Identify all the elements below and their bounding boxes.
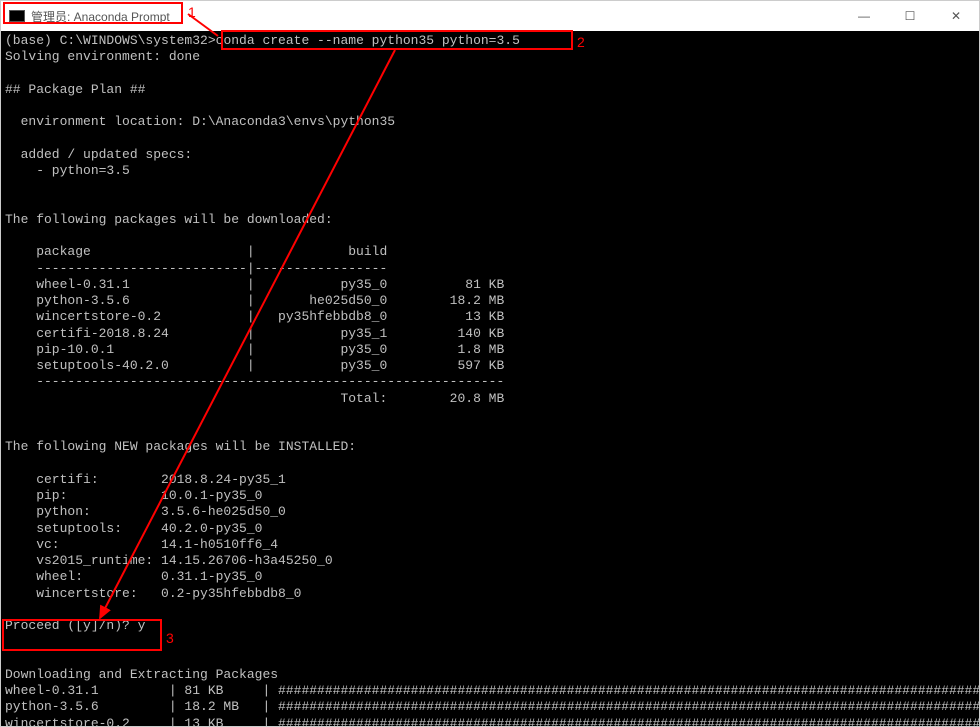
titlebar[interactable]: 管理员: Anaconda Prompt — ☐ ✕ [1,1,979,31]
dl-wincert: wincertstore-0.2 | 13 KB | #############… [5,716,979,727]
anaconda-prompt-window: 管理员: Anaconda Prompt — ☐ ✕ (base) C:\WIN… [0,0,980,727]
window-controls: — ☐ ✕ [841,1,979,31]
spec-python: - python=3.5 [5,163,130,178]
window-title: 管理员: Anaconda Prompt [31,8,170,25]
added-specs: added / updated specs: [5,147,192,162]
download-header: The following packages will be downloade… [5,212,333,227]
prompt: (base) C:\WINDOWS\system32> [5,33,216,48]
titlebar-left: 管理员: Anaconda Prompt [9,8,170,25]
dl-python: python-3.5.6 | 18.2 MB | ###############… [5,699,979,714]
close-button[interactable]: ✕ [933,1,979,31]
dl-header: Downloading and Extracting Packages [5,667,278,682]
terminal-icon [9,10,25,22]
total-line: Total: 20.8 MB [5,391,504,406]
terminal-content[interactable]: (base) C:\WINDOWS\system32>conda create … [1,31,979,726]
inst-pip: pip: 10.0.1-py35_0 [5,488,262,503]
maximize-button[interactable]: ☐ [887,1,933,31]
table-header: package | build [5,244,387,259]
row-wheel: wheel-0.31.1 | py35_0 81 KB [5,277,504,292]
inst-certifi: certifi: 2018.8.24-py35_1 [5,472,286,487]
plan-header: ## Package Plan ## [5,82,145,97]
proceed-prompt: Proceed ([y]/n)? y [5,618,145,633]
inst-wheel: wheel: 0.31.1-py35_0 [5,569,262,584]
inst-python: python: 3.5.6-he025d50_0 [5,504,286,519]
inst-setuptools: setuptools: 40.2.0-py35_0 [5,521,262,536]
command: conda create --name python35 python=3.5 [216,33,520,48]
install-header: The following NEW packages will be INSTA… [5,439,356,454]
row-python: python-3.5.6 | he025d50_0 18.2 MB [5,293,504,308]
table-bottom: ----------------------------------------… [5,374,504,389]
row-pip: pip-10.0.1 | py35_0 1.8 MB [5,342,504,357]
inst-vsrt: vs2015_runtime: 14.15.26706-h3a45250_0 [5,553,333,568]
inst-wincert: wincertstore: 0.2-py35hfebbdb8_0 [5,586,301,601]
row-certifi: certifi-2018.8.24 | py35_1 140 KB [5,326,504,341]
minimize-button[interactable]: — [841,1,887,31]
inst-vc: vc: 14.1-h0510ff6_4 [5,537,278,552]
row-wincertstore: wincertstore-0.2 | py35hfebbdb8_0 13 KB [5,309,504,324]
solving-line: Solving environment: done [5,49,200,64]
env-location: environment location: D:\Anaconda3\envs\… [5,114,395,129]
dl-wheel: wheel-0.31.1 | 81 KB | #################… [5,683,979,698]
table-separator: ---------------------------|------------… [5,261,387,276]
row-setuptools: setuptools-40.2.0 | py35_0 597 KB [5,358,504,373]
